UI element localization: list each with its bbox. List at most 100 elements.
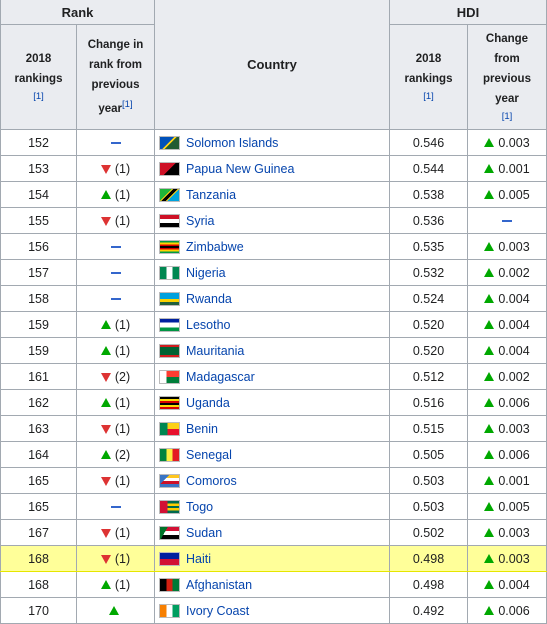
ref-link[interactable]: [1] [390, 89, 467, 105]
hdi-change-cell [467, 207, 547, 234]
country-cell: Zimbabwe [154, 233, 390, 260]
hdi-2018-header[interactable]: 2018 rankings [1] [389, 24, 468, 130]
rank-change-cell: (1) [76, 519, 155, 546]
country-link[interactable]: Tanzania [186, 188, 236, 202]
rank-change-cell: (1) [76, 181, 155, 208]
rank-change-cell: (1) [76, 389, 155, 416]
country-link[interactable]: Senegal [186, 448, 232, 462]
table-row: 162 (1) Uganda 0.516 0.006 [0, 389, 547, 416]
papua-new-guinea-flag-icon[interactable] [159, 161, 180, 176]
up-arrow-icon [484, 475, 495, 485]
country-link[interactable]: Comoros [186, 474, 237, 488]
no-change-dash-icon [502, 219, 512, 222]
country-link[interactable]: Madagascar [186, 370, 255, 384]
hdi-change-value: 0.006 [498, 603, 530, 618]
country-link[interactable]: Benin [186, 422, 218, 436]
rank-change-cell [76, 233, 155, 260]
hdi-change-cell: 0.006 [467, 441, 547, 468]
country-cell: Tanzania [154, 181, 390, 208]
up-arrow-icon [484, 553, 495, 563]
up-arrow-icon [484, 449, 495, 459]
down-arrow-icon [100, 216, 111, 226]
up-arrow-icon [484, 189, 495, 199]
hdi-change-cell: 0.002 [467, 363, 547, 390]
hdi-change-value: 0.002 [498, 265, 530, 280]
country-cell: Solomon Islands [154, 129, 390, 156]
madagascar-flag-icon[interactable] [159, 369, 180, 384]
rank-change-cell [76, 493, 155, 520]
country-cell: Nigeria [154, 259, 390, 286]
country-link[interactable]: Syria [186, 214, 214, 228]
country-link[interactable]: Zimbabwe [186, 240, 244, 254]
rank-2018-cell: 170 [0, 597, 77, 624]
hdi-change-value: 0.003 [498, 135, 530, 150]
rank-2018-cell: 165 [0, 493, 77, 520]
rwanda-flag-icon[interactable] [159, 291, 180, 306]
hdi-value-cell: 0.535 [389, 233, 468, 260]
togo-flag-icon[interactable] [159, 499, 180, 514]
hdi-change-value: 0.004 [498, 291, 530, 306]
table-row: 158 Rwanda 0.524 0.004 [0, 285, 547, 312]
table-row: 152 Solomon Islands 0.546 0.003 [0, 129, 547, 156]
country-link[interactable]: Haiti [186, 552, 211, 566]
rank-2018-cell: 163 [0, 415, 77, 442]
senegal-flag-icon[interactable] [159, 447, 180, 462]
hdi-change-header[interactable]: Change from previous year [1] [467, 24, 547, 130]
mauritania-flag-icon[interactable] [159, 343, 180, 358]
country-cell: Lesotho [154, 311, 390, 338]
benin-flag-icon[interactable] [159, 421, 180, 436]
country-link[interactable]: Togo [186, 500, 213, 514]
country-link[interactable]: Ivory Coast [186, 604, 249, 618]
sudan-flag-icon[interactable] [159, 525, 180, 540]
ref-link[interactable]: [1] [1, 89, 76, 105]
up-arrow-icon [100, 397, 111, 407]
country-cell: Haiti [154, 545, 390, 572]
lesotho-flag-icon[interactable] [159, 317, 180, 332]
rank-change-value: (2) [114, 447, 131, 462]
country-link[interactable]: Papua New Guinea [186, 162, 294, 176]
ref-link[interactable]: [1] [122, 99, 133, 110]
rank-change-header[interactable]: Change in rank from previous year[1] [76, 24, 155, 130]
country-link[interactable]: Solomon Islands [186, 136, 278, 150]
hdi-change-cell: 0.004 [467, 285, 547, 312]
up-arrow-icon [484, 501, 495, 511]
country-header[interactable]: Country [154, 0, 390, 130]
country-link[interactable]: Uganda [186, 396, 230, 410]
hdi-value-cell: 0.492 [389, 597, 468, 624]
rank-change-value: (1) [114, 213, 131, 228]
afghanistan-flag-icon[interactable] [159, 577, 180, 592]
up-arrow-icon [100, 319, 111, 329]
ivory-coast-flag-icon[interactable] [159, 603, 180, 618]
rank-2018-cell: 168 [0, 545, 77, 572]
country-link[interactable]: Mauritania [186, 344, 244, 358]
up-arrow-icon [108, 605, 119, 615]
hdi-change-value: 0.001 [498, 473, 530, 488]
zimbabwe-flag-icon[interactable] [159, 239, 180, 254]
nigeria-flag-icon[interactable] [159, 265, 180, 280]
rank-change-value: (1) [114, 525, 131, 540]
country-link[interactable]: Lesotho [186, 318, 230, 332]
hdi-change-cell: 0.006 [467, 597, 547, 624]
country-link[interactable]: Nigeria [186, 266, 226, 280]
rank-2018-header[interactable]: 2018 rankings [1] [0, 24, 77, 130]
syria-flag-icon[interactable] [159, 213, 180, 228]
country-link[interactable]: Rwanda [186, 292, 232, 306]
uganda-flag-icon[interactable] [159, 395, 180, 410]
solomon-islands-flag-icon[interactable] [159, 135, 180, 150]
hdi-change-cell: 0.002 [467, 259, 547, 286]
country-link[interactable]: Sudan [186, 526, 222, 540]
ref-link[interactable]: [1] [468, 109, 546, 125]
country-link[interactable]: Afghanistan [186, 578, 252, 592]
haiti-flag-icon[interactable] [159, 551, 180, 566]
comoros-flag-icon[interactable] [159, 473, 180, 488]
up-arrow-icon [484, 163, 495, 173]
hdi-change-value: 0.004 [498, 317, 530, 332]
table-row: 154 (1) Tanzania 0.538 0.005 [0, 181, 547, 208]
rank-change-value: (1) [114, 187, 131, 202]
rank-change-cell: (1) [76, 571, 155, 598]
table-row: 157 Nigeria 0.532 0.002 [0, 259, 547, 286]
hdi-change-cell: 0.006 [467, 389, 547, 416]
tanzania-flag-icon[interactable] [159, 187, 180, 202]
table-row: 167 (1) Sudan 0.502 0.003 [0, 519, 547, 546]
table-row: 153 (1) Papua New Guinea 0.544 0.001 [0, 155, 547, 182]
